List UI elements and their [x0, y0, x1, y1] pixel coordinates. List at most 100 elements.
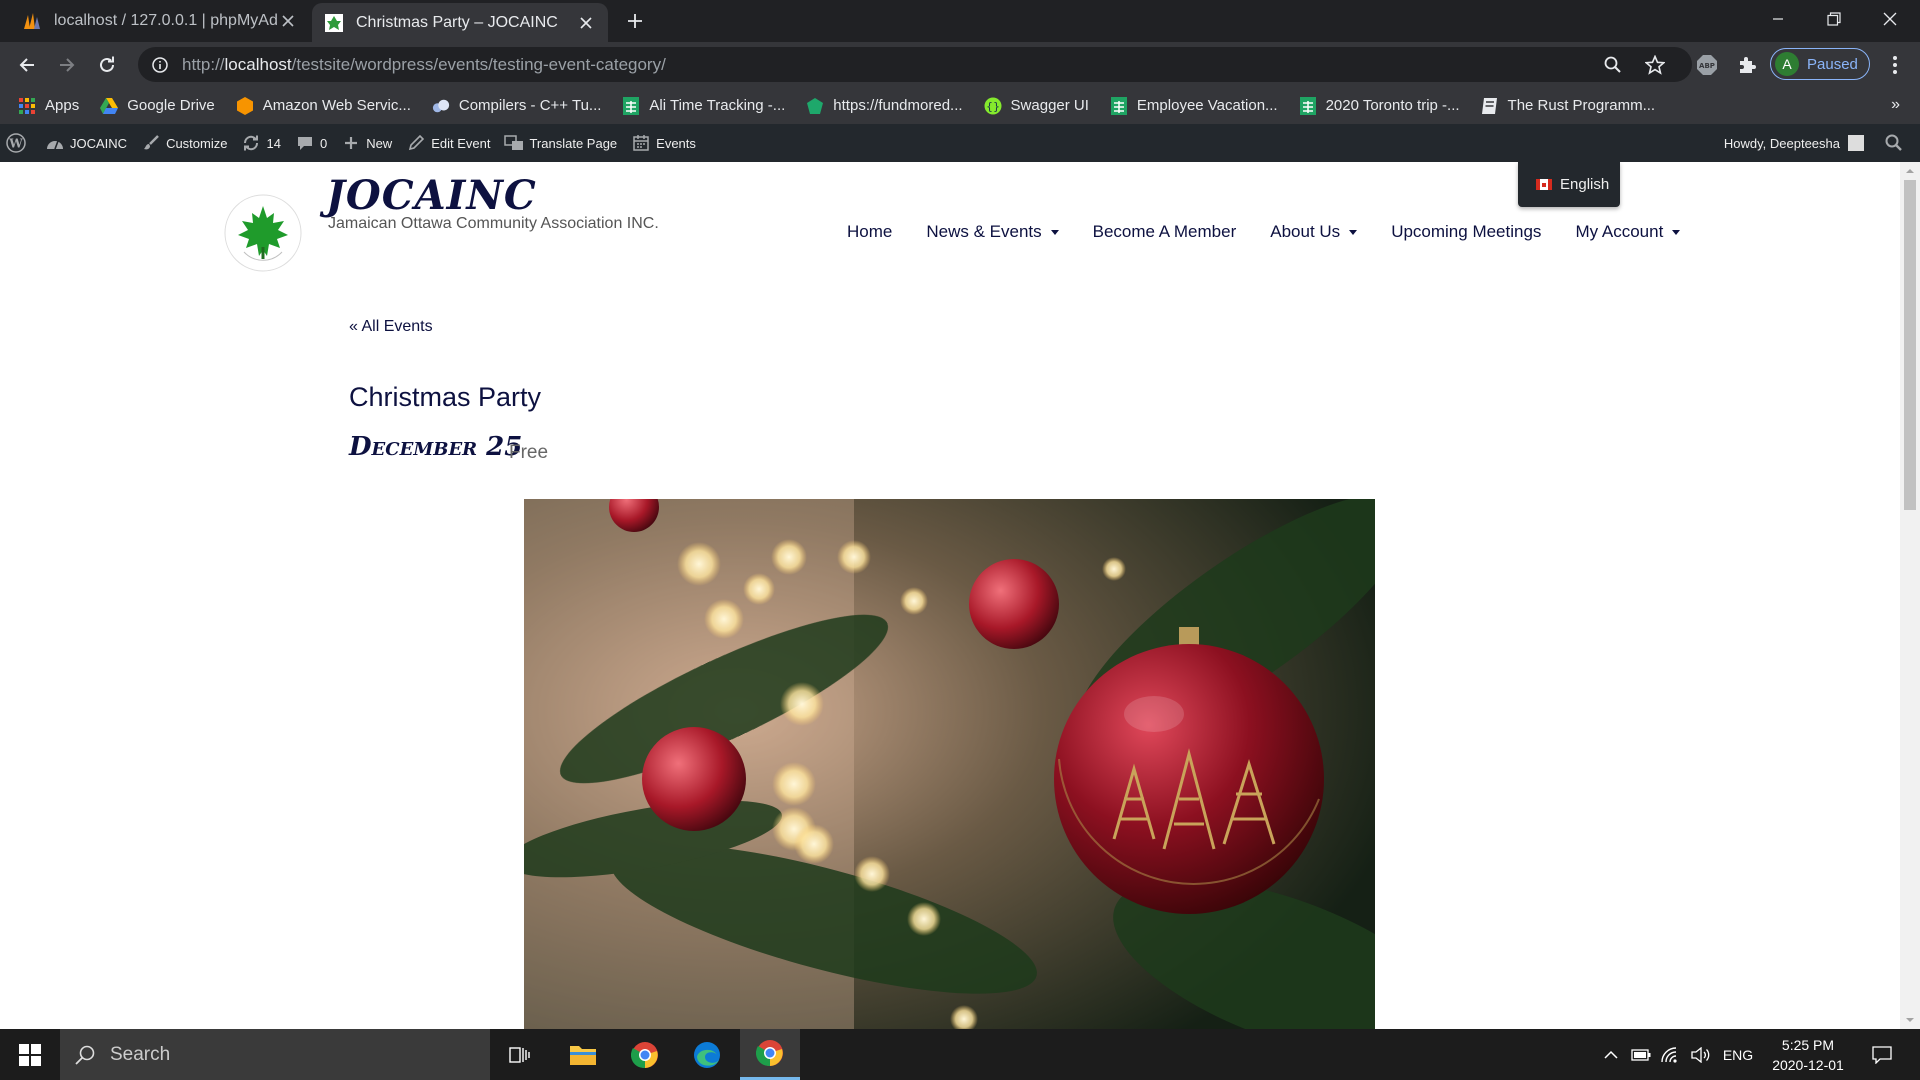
scroll-down-icon[interactable] [1905, 1015, 1915, 1025]
caret-down-icon [1672, 229, 1681, 235]
tab-phpmyadmin[interactable]: localhost / 127.0.0.1 | phpMyAdmin [0, 0, 310, 42]
wp-account-menu[interactable]: Howdy, Deepteesha [1724, 124, 1864, 162]
nav-about-us[interactable]: About Us [1270, 222, 1358, 242]
paintbrush-icon [141, 133, 161, 153]
tab-title: Christmas Party – JOCAINC [356, 13, 558, 31]
taskbar-file-explorer[interactable] [553, 1029, 613, 1080]
reload-button[interactable] [92, 50, 122, 80]
jocainc-favicon-icon [325, 13, 343, 32]
bookmark-ali-time-tracking[interactable]: Ali Time Tracking -... [622, 96, 785, 115]
aws-icon [236, 96, 254, 115]
caret-down-icon [1349, 229, 1358, 235]
network-button[interactable] [1658, 1029, 1684, 1080]
action-center-button[interactable] [1862, 1029, 1902, 1080]
task-view-button[interactable] [490, 1029, 550, 1080]
tab-christmas-party[interactable]: Christmas Party – JOCAINC [312, 3, 608, 42]
minimize-button[interactable] [1750, 0, 1806, 38]
volume-button[interactable] [1688, 1029, 1714, 1080]
bookmark-fundmore[interactable]: https://fundmored... [806, 97, 963, 115]
battery-button[interactable] [1628, 1029, 1654, 1080]
bookmark-google-drive[interactable]: Google Drive [100, 97, 215, 115]
language-switcher[interactable]: English [1518, 162, 1620, 207]
restore-icon [1827, 12, 1841, 26]
extensions-puzzle-icon[interactable] [1732, 50, 1762, 80]
task-view-icon [509, 1046, 530, 1063]
avatar [1848, 135, 1864, 151]
address-bar[interactable]: http://localhost/testsite/wordpress/even… [138, 47, 1692, 82]
sheets-icon [1110, 96, 1128, 115]
bookmark-label: Amazon Web Servic... [262, 97, 411, 114]
site-logo[interactable] [222, 192, 304, 274]
info-icon[interactable] [152, 56, 168, 73]
back-button[interactable] [12, 50, 42, 80]
bookmark-compilers[interactable]: Compilers - C++ Tu... [432, 97, 601, 115]
tab-title: localhost / 127.0.0.1 | phpMyAdmin [54, 12, 278, 29]
bookmark-employee-vacation[interactable]: Employee Vacation... [1110, 96, 1278, 115]
event-title: Christmas Party [349, 382, 542, 412]
wp-updates[interactable]: 14 [241, 133, 281, 153]
battery-icon [1631, 1048, 1651, 1061]
scroll-up-icon[interactable] [1905, 166, 1915, 176]
chrome-menu-button[interactable] [1880, 50, 1910, 80]
wp-logo-menu[interactable]: W [6, 133, 31, 153]
wp-translate-page[interactable]: Translate Page [504, 133, 617, 153]
wp-events[interactable]: Events [631, 133, 696, 153]
profile-button[interactable]: A Paused [1770, 48, 1870, 80]
bookmark-toronto-trip[interactable]: 2020 Toronto trip -... [1299, 96, 1460, 115]
taskbar-edge[interactable] [677, 1029, 737, 1080]
bookmark-apps[interactable]: Apps [18, 97, 79, 115]
search-icon[interactable] [1884, 133, 1904, 153]
wp-comments-count: 0 [319, 135, 328, 151]
nav-my-account[interactable]: My Account [1575, 222, 1681, 242]
taskbar-search-box[interactable]: Search [60, 1029, 490, 1080]
clock-date: 2020-12-01 [1772, 1057, 1844, 1073]
wp-new-content[interactable]: New [341, 133, 392, 153]
close-window-button[interactable] [1862, 0, 1918, 38]
profile-status: Paused [1807, 55, 1858, 73]
dashboard-icon [45, 133, 65, 153]
input-language[interactable]: ENG [1718, 1029, 1758, 1080]
nav-become-member[interactable]: Become A Member [1093, 222, 1237, 242]
plus-icon [341, 133, 361, 153]
svg-text:ABP: ABP [1699, 62, 1715, 70]
canada-flag-icon [1536, 179, 1552, 190]
google-drive-icon [100, 97, 119, 115]
bookmarks-bar: Apps Google Drive Amazon Web Servic... C… [0, 87, 1920, 124]
site-title[interactable]: JOCAINC [326, 172, 537, 219]
zoom-icon[interactable] [1602, 54, 1624, 76]
forward-button[interactable] [52, 50, 82, 80]
nav-home[interactable]: Home [847, 222, 892, 242]
wp-updates-count: 14 [266, 135, 281, 151]
new-tab-button[interactable] [622, 8, 648, 34]
show-hidden-icons-button[interactable] [1598, 1029, 1624, 1080]
close-tab-icon[interactable] [576, 13, 596, 33]
bookmark-aws[interactable]: Amazon Web Servic... [236, 96, 411, 115]
page-scrollbar[interactable] [1900, 162, 1920, 1029]
wp-comments[interactable]: 0 [295, 133, 327, 153]
taskbar-chrome-active[interactable] [740, 1029, 800, 1080]
wp-edit-event-label: Edit Event [431, 135, 491, 151]
nav-upcoming-meetings[interactable]: Upcoming Meetings [1391, 222, 1541, 242]
wp-customize[interactable]: Customize [141, 133, 227, 153]
bookmark-star-icon[interactable] [1644, 54, 1666, 76]
wp-admin-bar: W JOCAINC Customize 14 0 New Edit Event … [0, 124, 1920, 162]
restore-button[interactable] [1806, 0, 1862, 38]
taskbar-chrome[interactable] [615, 1029, 675, 1080]
scrollbar-thumb[interactable] [1904, 180, 1916, 510]
book-icon [1481, 97, 1499, 115]
nav-news-events[interactable]: News & Events [926, 222, 1059, 242]
bookmark-rust-book[interactable]: The Rust Programm... [1481, 97, 1655, 115]
all-events-link[interactable]: « All Events [349, 318, 433, 336]
wp-events-label: Events [656, 135, 696, 151]
close-tab-icon[interactable] [278, 11, 298, 31]
wp-edit-event[interactable]: Edit Event [406, 133, 490, 153]
bookmark-swagger[interactable]: {} Swagger UI [984, 97, 1089, 115]
wp-site-name[interactable]: JOCAINC [45, 133, 127, 153]
adblock-extension-icon[interactable]: ABP [1692, 50, 1722, 80]
taskbar-clock[interactable]: 5:25 PM 2020-12-01 [1760, 1035, 1856, 1075]
search-placeholder: Search [110, 1043, 171, 1065]
updates-icon [241, 133, 261, 153]
bookmarks-overflow-button[interactable]: » [1891, 96, 1900, 114]
arrow-left-icon [19, 58, 34, 72]
start-button[interactable] [0, 1029, 60, 1080]
